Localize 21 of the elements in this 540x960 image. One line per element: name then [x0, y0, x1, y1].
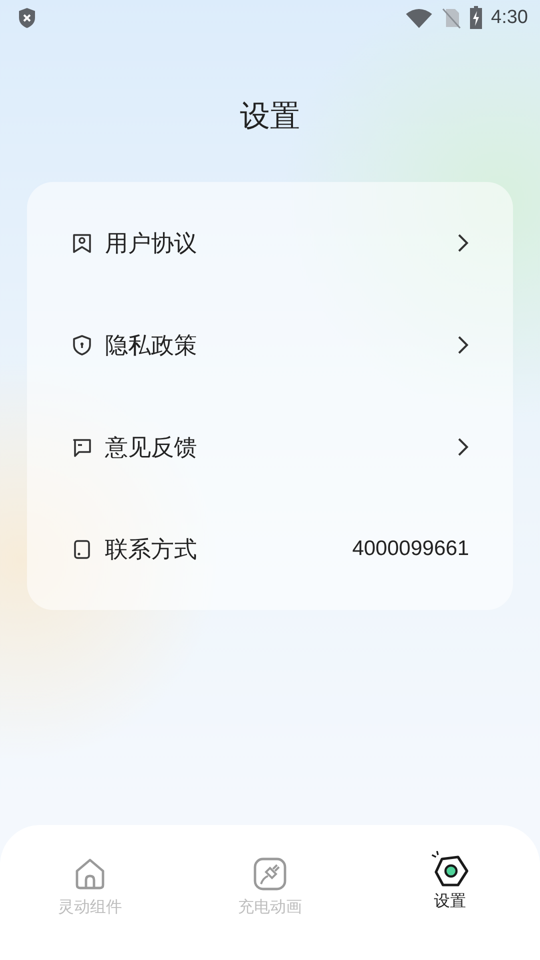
chevron-right-icon[interactable] [457, 335, 469, 355]
phone-icon [71, 538, 93, 560]
page-title: 设置 [239, 102, 301, 132]
phone-number: 4000099661 [352, 537, 469, 561]
clock-time: 4:30 [491, 7, 528, 29]
battery-icon [469, 6, 484, 30]
bookmark-icon [71, 232, 93, 254]
chat-icon [71, 436, 93, 458]
shield-icon [71, 334, 93, 356]
menu-item-label[interactable]: 隐私政策 [105, 330, 197, 360]
shield-icon [17, 7, 37, 29]
menu-item-label[interactable]: 意见反馈 [105, 432, 197, 462]
plug-icon [253, 857, 287, 891]
chevron-right-icon[interactable] [457, 233, 469, 253]
menu-item-label: 联系方式 [105, 536, 197, 564]
home-icon [73, 857, 107, 891]
tab[interactable]: 设置 [360, 851, 540, 960]
chevron-right-icon[interactable] [457, 437, 469, 457]
no-sim-icon [441, 7, 462, 29]
wifi-icon [405, 7, 434, 29]
menu-item-label[interactable]: 用户协议 [105, 228, 197, 258]
